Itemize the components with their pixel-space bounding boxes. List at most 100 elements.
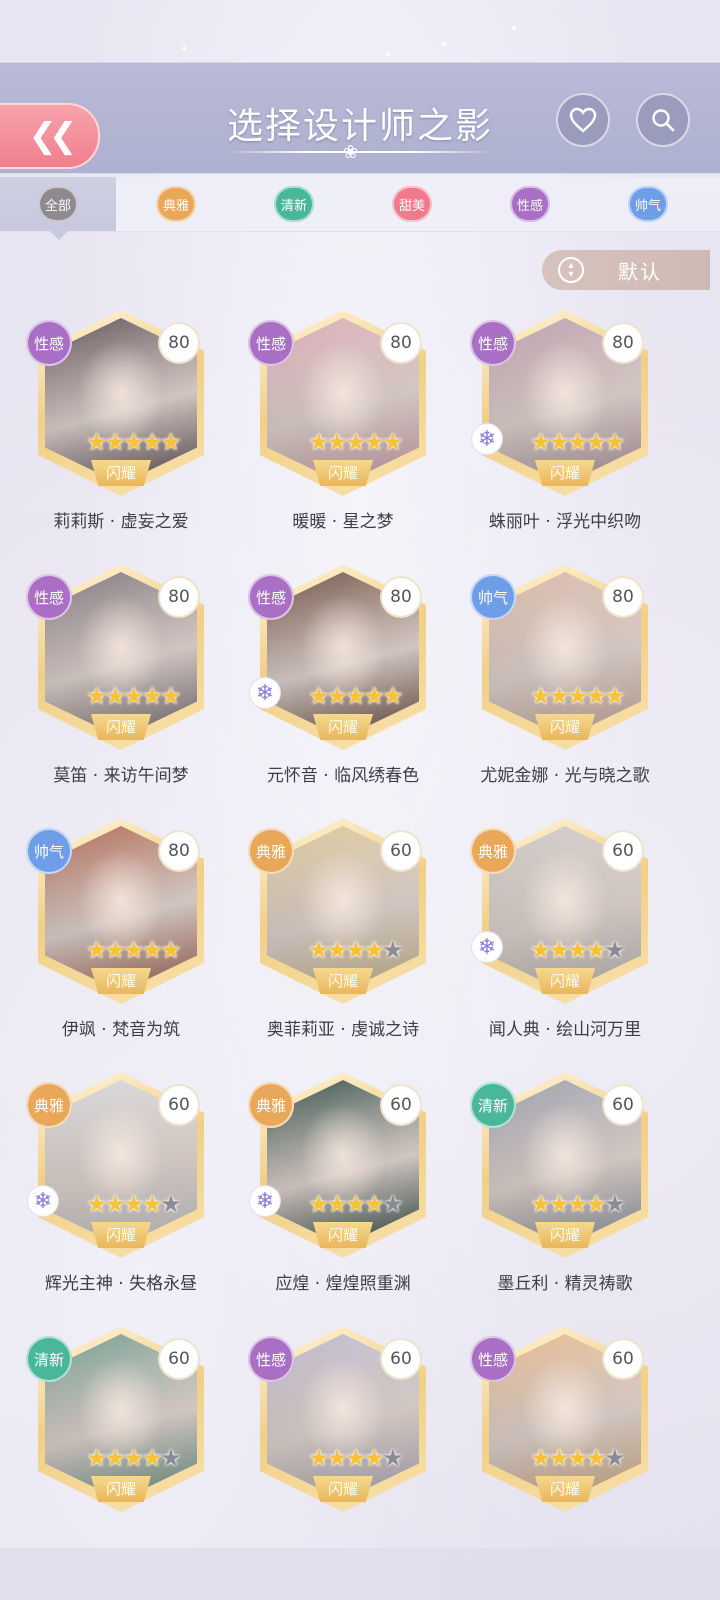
shine-banner: 闪耀 bbox=[313, 460, 373, 486]
designer-card[interactable]: ★★★★★ 闪耀 典雅 60 ❄ 闻人典 · 绘山河万里 bbox=[454, 818, 676, 1068]
designer-name: 元怀音 · 临风绣春色 bbox=[266, 766, 420, 786]
designer-name: 辉光主神 · 失格永昼 bbox=[44, 1274, 198, 1294]
tab-filter[interactable]: 甜美 bbox=[354, 177, 470, 231]
level-badge: 80 bbox=[382, 578, 420, 616]
designer-card[interactable]: ★★★★★ 闪耀 性感 80 ❄ 元怀音 · 临风绣春色 bbox=[232, 564, 454, 814]
shine-banner: 闪耀 bbox=[91, 1476, 151, 1502]
designer-card[interactable]: ★★★★★ 闪耀 性感 60 bbox=[232, 1326, 454, 1576]
snowflake-icon: ❄ bbox=[250, 1186, 280, 1216]
star-icon: ★ bbox=[308, 1190, 329, 1218]
level-badge: 60 bbox=[382, 832, 420, 870]
star-icon: ★ bbox=[363, 936, 385, 964]
designer-card[interactable]: ★★★★★ 闪耀 性感 80 ❄ 蛛丽叶 · 浮光中织吻 bbox=[454, 310, 676, 560]
star-icon: ★ bbox=[123, 682, 144, 710]
designer-name: 莫笛 · 来访午间梦 bbox=[53, 766, 189, 786]
star-icon: ★ bbox=[382, 682, 403, 710]
tab-label: 帅气 bbox=[628, 186, 668, 222]
star-icon: ★ bbox=[530, 682, 551, 710]
shine-banner: 闪耀 bbox=[91, 968, 151, 994]
star-icon: ★ bbox=[567, 682, 588, 710]
star-rating: ★★★★★ bbox=[308, 1190, 428, 1218]
designer-card[interactable]: ★★★★★ 闪耀 帅气 80 伊飒 · 梵音为筑 bbox=[10, 818, 232, 1068]
tab-label: 甜美 bbox=[392, 186, 432, 222]
star-icon: ★ bbox=[548, 1190, 570, 1218]
designer-card[interactable]: ★★★★★ 闪耀 性感 80 暖暖 · 星之梦 bbox=[232, 310, 454, 560]
star-icon: ★ bbox=[530, 428, 551, 456]
level-badge: 60 bbox=[604, 832, 642, 870]
star-icon: ★ bbox=[141, 428, 163, 456]
style-badge: 性感 bbox=[248, 1336, 294, 1382]
designer-card[interactable]: ★★★★★ 闪耀 典雅 60 ❄ 辉光主神 · 失格永昼 bbox=[10, 1072, 232, 1322]
tab-filter[interactable]: 典雅 bbox=[118, 177, 234, 231]
designer-card[interactable]: ★★★★★ 闪耀 典雅 60 奥菲莉亚 · 虔诚之诗 bbox=[232, 818, 454, 1068]
level-badge: 80 bbox=[382, 324, 420, 362]
level-badge: 60 bbox=[382, 1340, 420, 1378]
star-icon: ★ bbox=[86, 1190, 107, 1218]
star-icon: ★ bbox=[345, 1190, 366, 1218]
star-icon: ★ bbox=[123, 936, 144, 964]
star-icon: ★ bbox=[604, 1444, 625, 1472]
style-badge: 典雅 bbox=[248, 828, 294, 874]
star-icon: ★ bbox=[160, 1444, 181, 1472]
style-badge: 性感 bbox=[26, 574, 72, 620]
star-icon: ★ bbox=[141, 936, 163, 964]
sort-button[interactable]: ▴ ▾ 默认 bbox=[542, 250, 710, 290]
designer-card[interactable]: ★★★★★ 闪耀 清新 60 bbox=[10, 1326, 232, 1576]
tab-filter[interactable]: 帅气 bbox=[590, 177, 706, 231]
favorite-button[interactable] bbox=[556, 93, 610, 147]
designer-name: 暖暖 · 星之梦 bbox=[292, 512, 394, 532]
tab-filter[interactable]: 清新 bbox=[236, 177, 352, 231]
sort-label: 默认 bbox=[618, 259, 662, 284]
designer-card[interactable]: ★★★★★ 闪耀 性感 80 莉莉斯 · 虚妄之爱 bbox=[10, 310, 232, 560]
star-rating: ★★★★★ bbox=[530, 682, 650, 710]
star-icon: ★ bbox=[585, 1444, 607, 1472]
star-icon: ★ bbox=[567, 1190, 588, 1218]
star-icon: ★ bbox=[123, 428, 144, 456]
title-ornament bbox=[225, 151, 495, 153]
star-icon: ★ bbox=[104, 428, 126, 456]
star-rating: ★★★★★ bbox=[86, 1444, 206, 1472]
designer-name: 奥菲莉亚 · 虔诚之诗 bbox=[266, 1020, 420, 1040]
star-rating: ★★★★★ bbox=[530, 1190, 650, 1218]
tab-label: 清新 bbox=[274, 186, 314, 222]
designer-card[interactable]: ★★★★★ 闪耀 帅气 80 尤妮金娜 · 光与晓之歌 bbox=[454, 564, 676, 814]
style-badge: 清新 bbox=[470, 1082, 516, 1128]
star-icon: ★ bbox=[363, 1444, 385, 1472]
designer-card[interactable]: ★★★★★ 闪耀 性感 80 莫笛 · 来访午间梦 bbox=[10, 564, 232, 814]
star-icon: ★ bbox=[86, 1444, 107, 1472]
star-icon: ★ bbox=[363, 428, 385, 456]
star-icon: ★ bbox=[308, 1444, 329, 1472]
designer-grid: ★★★★★ 闪耀 性感 80 莉莉斯 · 虚妄之爱 ★★★★★ 闪耀 性感 80 暖暖 · 星之梦… bbox=[0, 310, 720, 1540]
shine-banner: 闪耀 bbox=[313, 1476, 373, 1502]
star-icon: ★ bbox=[585, 1190, 607, 1218]
snowflake-icon: ❄ bbox=[28, 1186, 58, 1216]
star-icon: ★ bbox=[604, 936, 625, 964]
star-icon: ★ bbox=[604, 1190, 625, 1218]
shine-banner: 闪耀 bbox=[535, 714, 595, 740]
designer-card[interactable]: ★★★★★ 闪耀 清新 60 墨丘利 · 精灵祷歌 bbox=[454, 1072, 676, 1322]
star-icon: ★ bbox=[530, 936, 551, 964]
level-badge: 80 bbox=[604, 578, 642, 616]
shine-banner: 闪耀 bbox=[91, 460, 151, 486]
designer-name: 尤妮金娜 · 光与晓之歌 bbox=[480, 766, 650, 786]
style-badge: 典雅 bbox=[26, 1082, 72, 1128]
style-badge: 典雅 bbox=[470, 828, 516, 874]
tab-filter[interactable]: 全部 bbox=[0, 177, 116, 240]
designer-card[interactable]: ★★★★★ 闪耀 性感 60 bbox=[454, 1326, 676, 1576]
star-icon: ★ bbox=[345, 428, 366, 456]
star-icon: ★ bbox=[382, 936, 403, 964]
tab-filter[interactable]: 性感 bbox=[472, 177, 588, 231]
star-icon: ★ bbox=[345, 1444, 366, 1472]
search-button[interactable] bbox=[636, 93, 690, 147]
level-badge: 80 bbox=[160, 324, 198, 362]
star-rating: ★★★★★ bbox=[308, 682, 428, 710]
star-icon: ★ bbox=[382, 1190, 403, 1218]
search-icon bbox=[652, 109, 675, 132]
star-icon: ★ bbox=[604, 428, 625, 456]
star-icon: ★ bbox=[104, 682, 126, 710]
shine-banner: 闪耀 bbox=[535, 460, 595, 486]
style-badge: 性感 bbox=[26, 320, 72, 366]
designer-card[interactable]: ★★★★★ 闪耀 典雅 60 ❄ 应煌 · 煌煌照重渊 bbox=[232, 1072, 454, 1322]
star-rating: ★★★★★ bbox=[86, 428, 206, 456]
star-icon: ★ bbox=[326, 682, 348, 710]
